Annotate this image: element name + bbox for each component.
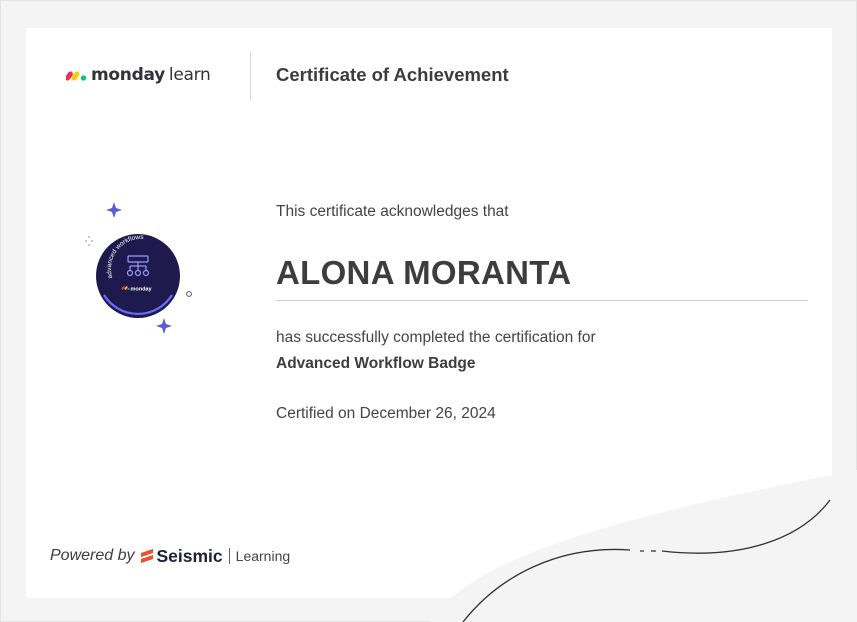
monday-learn-logo: monday learn xyxy=(66,62,211,88)
dotted-sparkle-icon xyxy=(85,236,93,246)
seismic-logo-text: Seismic xyxy=(156,545,223,566)
sparkle-icon xyxy=(106,202,122,218)
advanced-workflows-badge: advanced workflows monday xyxy=(80,200,200,335)
certified-date: Certified on December 26, 2024 xyxy=(276,405,496,422)
certification-name: Advanced Workflow Badge xyxy=(276,355,476,372)
monday-logo-icon xyxy=(66,71,87,81)
recipient-name: ALONA MORANTA xyxy=(276,254,572,291)
logo-learn-text: learn xyxy=(168,65,211,85)
header-divider xyxy=(250,52,251,100)
certificate-title: Certificate of Achievement xyxy=(276,64,509,85)
badge-logo-text: monday xyxy=(131,287,153,293)
learning-text: Learning xyxy=(235,548,291,564)
seismic-logo-icon xyxy=(140,549,153,563)
small-circle-icon xyxy=(186,291,192,297)
footer-separator xyxy=(228,548,230,564)
acknowledgement-text: This certificate acknowledges that xyxy=(276,203,509,220)
sparkle-icon xyxy=(156,318,172,334)
powered-by-label: Powered by xyxy=(50,547,135,564)
powered-by-footer: Powered by Seismic Learning xyxy=(50,544,290,568)
logo-monday-text: monday xyxy=(91,65,165,85)
name-underline xyxy=(276,300,808,301)
completion-text: has successfully completed the certifica… xyxy=(276,329,596,346)
